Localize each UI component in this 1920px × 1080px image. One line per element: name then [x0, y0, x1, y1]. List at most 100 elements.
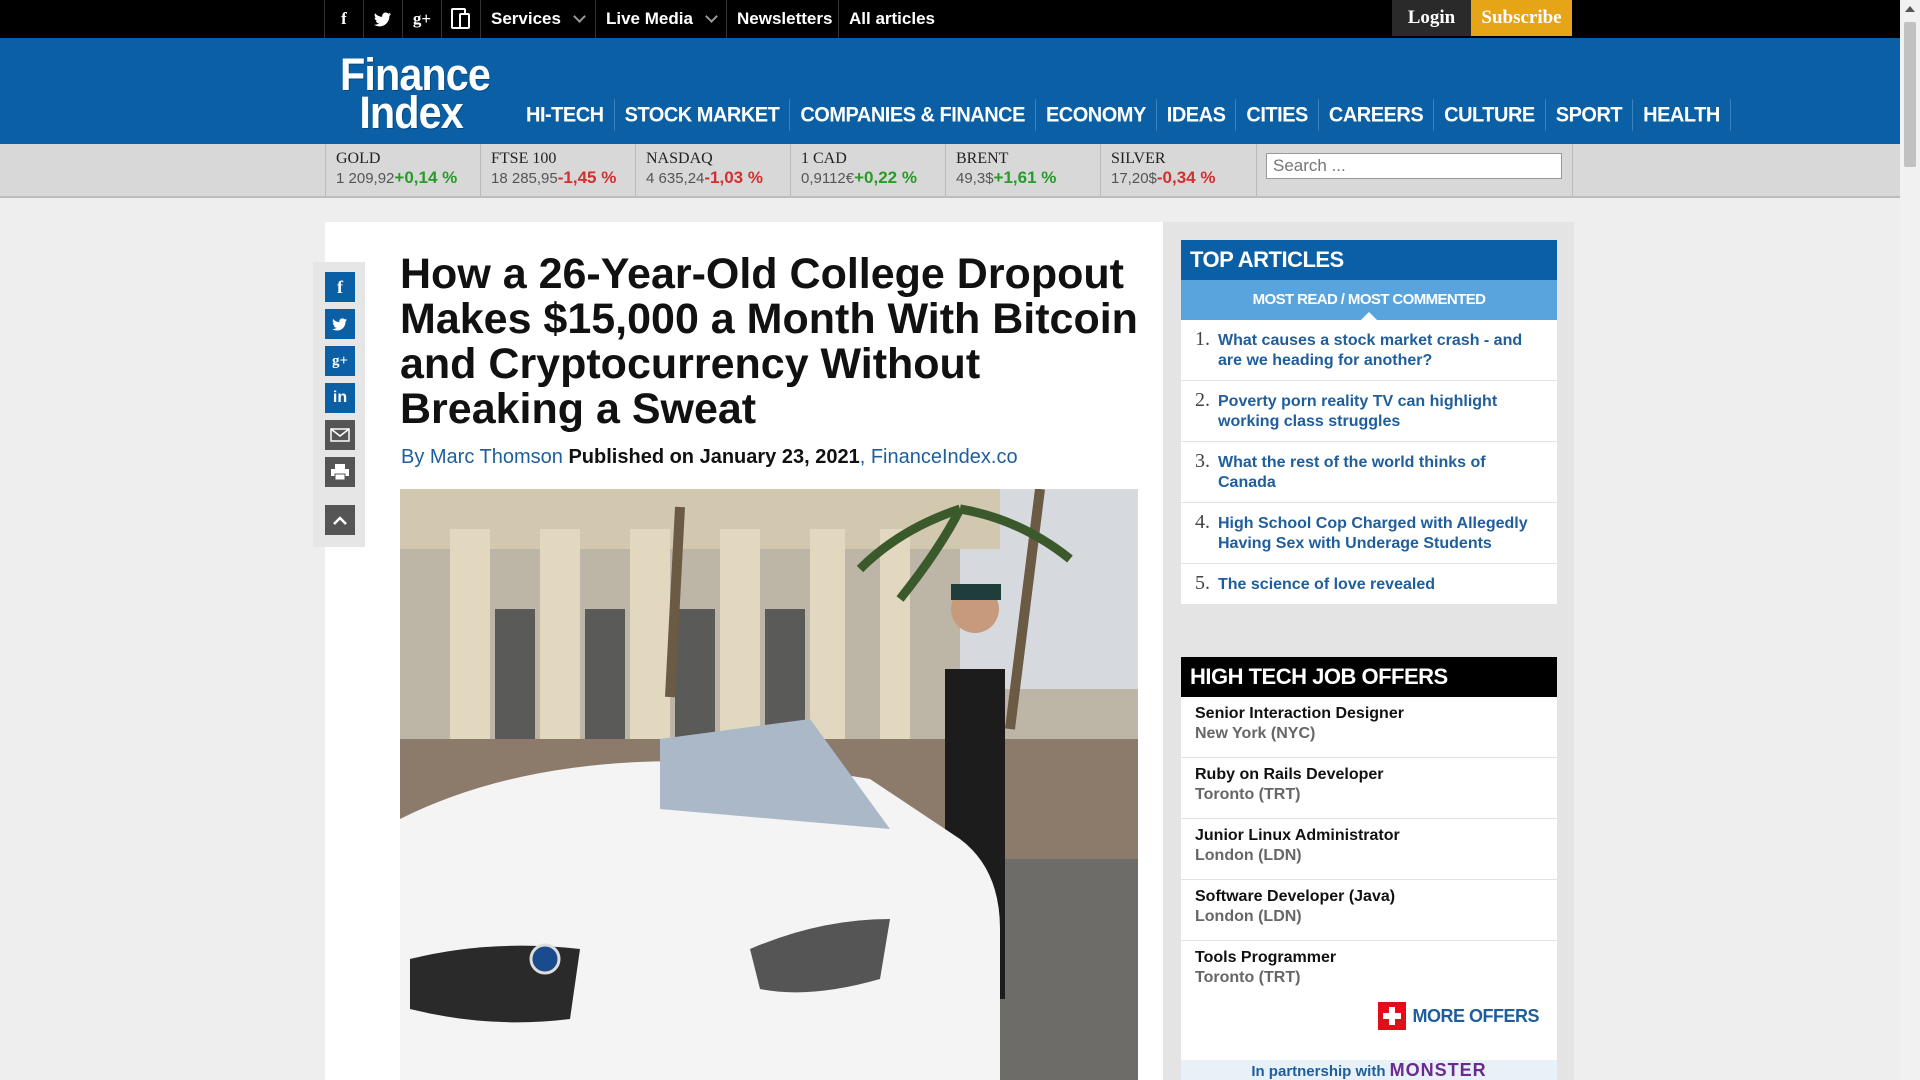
- article-link[interactable]: What causes a stock market crash - and a…: [1218, 328, 1547, 372]
- item-number: 2.: [1195, 389, 1210, 411]
- ticker-name: FTSE 100: [491, 150, 557, 167]
- article-link[interactable]: The science of love revealed: [1218, 572, 1435, 596]
- article-photo: [400, 489, 1138, 1080]
- menu-all-articles[interactable]: All articles: [838, 0, 945, 38]
- share-bar: f g+ in: [313, 262, 365, 547]
- menu-services[interactable]: Services: [480, 0, 594, 38]
- linkedin-icon[interactable]: in: [325, 383, 355, 413]
- item-number: 3.: [1195, 450, 1210, 472]
- top-articles-tabs[interactable]: MOST READ / MOST COMMENTED: [1181, 280, 1557, 320]
- scroll-thumb[interactable]: [1904, 22, 1916, 167]
- ticker-ftse[interactable]: FTSE 100 18 285,95-1,45 %: [480, 144, 635, 196]
- partner-text: In partnership with: [1251, 1063, 1386, 1080]
- job-item[interactable]: Tools Programmer Toronto (TRT): [1181, 941, 1557, 1002]
- job-location: Toronto (TRT): [1195, 786, 1301, 803]
- ticker-change: -0,34 %: [1156, 168, 1216, 187]
- login-button[interactable]: Login: [1392, 0, 1471, 36]
- ticker-gold[interactable]: GOLD 1 209,92+0,14 %: [325, 144, 480, 196]
- job-title: Senior Interaction Designer: [1195, 705, 1404, 722]
- partner-line: In partnership with MONSTER: [1181, 1060, 1557, 1080]
- list-item[interactable]: 2. Poverty porn reality TV can highlight …: [1181, 381, 1557, 442]
- item-number: 5.: [1195, 572, 1210, 594]
- nav-hi-tech[interactable]: HI-TECH: [516, 99, 615, 131]
- nav-sport[interactable]: SPORT: [1546, 99, 1634, 131]
- nav-culture[interactable]: CULTURE: [1434, 99, 1546, 131]
- ticker-change: -1,03 %: [704, 168, 763, 187]
- menu-newsletters-label: Newsletters: [737, 9, 833, 28]
- job-item[interactable]: Ruby on Rails Developer Toronto (TRT): [1181, 758, 1557, 819]
- job-item[interactable]: Junior Linux Administrator London (LDN): [1181, 819, 1557, 880]
- nav-cities[interactable]: CITIES: [1236, 99, 1319, 131]
- menu-all-articles-label: All articles: [849, 9, 935, 28]
- chevron-down-icon: [573, 10, 586, 23]
- site-header: Finance Index HI-TECH STOCK MARKET COMPA…: [0, 38, 1900, 144]
- google-plus-icon[interactable]: g+: [402, 0, 441, 38]
- nav-companies-finance[interactable]: COMPANIES & FINANCE: [790, 99, 1036, 131]
- list-item[interactable]: 4. High School Cop Charged with Allegedly…: [1181, 503, 1557, 564]
- ticker-change: +1,61 %: [993, 168, 1057, 187]
- ticker-change: +0,22 %: [854, 168, 917, 187]
- print-icon[interactable]: [325, 457, 355, 487]
- top-bar: f g+ Services Live Media Newsletters All…: [0, 0, 1900, 38]
- nav-stock-market[interactable]: STOCK MARKET: [615, 99, 791, 131]
- market-ticker: GOLD 1 209,92+0,14 % FTSE 100 18 285,95-…: [0, 144, 1900, 198]
- item-number: 4.: [1195, 511, 1210, 533]
- more-offers-link[interactable]: MORE OFFERS: [1378, 1002, 1539, 1030]
- list-item[interactable]: 5. The science of love revealed: [1181, 564, 1557, 604]
- menu-live-media[interactable]: Live Media: [595, 0, 726, 38]
- ticker-change: -1,45 %: [557, 168, 617, 187]
- ticker-name: 1 CAD: [801, 150, 847, 167]
- job-title: Junior Linux Administrator: [1195, 827, 1400, 844]
- article-byline: By Marc Thomson Published on January 23,…: [401, 446, 1018, 469]
- mobile-devices-icon[interactable]: [441, 0, 480, 38]
- job-location: London (LDN): [1195, 847, 1302, 864]
- nav-economy[interactable]: ECONOMY: [1036, 99, 1157, 131]
- monster-logo[interactable]: MONSTER: [1390, 1060, 1487, 1080]
- scroll-up-arrow-icon[interactable]: [1905, 6, 1915, 12]
- list-item[interactable]: 3. What the rest of the world thinks of C…: [1181, 442, 1557, 503]
- source-link[interactable]: , FinanceIndex.co: [860, 446, 1018, 468]
- ticker-value: 17,20$: [1111, 170, 1157, 187]
- job-item[interactable]: Software Developer (Java) London (LDN): [1181, 880, 1557, 941]
- search-area: [1256, 144, 1573, 196]
- swiss-flag-icon: [1378, 1002, 1407, 1030]
- list-item[interactable]: 1. What causes a stock market crash - and…: [1181, 320, 1557, 381]
- job-location: London (LDN): [1195, 908, 1302, 925]
- more-offers-label: MORE OFFERS: [1412, 1005, 1539, 1026]
- job-offers-heading: HIGH TECH JOB OFFERS: [1181, 657, 1557, 697]
- job-item[interactable]: Senior Interaction Designer New York (NYC…: [1181, 697, 1557, 758]
- search-input[interactable]: [1266, 153, 1562, 179]
- top-articles-box: TOP ARTICLES MOST READ / MOST COMMENTED …: [1181, 240, 1557, 604]
- site-logo[interactable]: Finance Index: [340, 52, 491, 135]
- email-icon[interactable]: [325, 420, 355, 450]
- facebook-icon[interactable]: f: [324, 0, 363, 38]
- ticker-value: 18 285,95: [491, 170, 558, 187]
- chevron-down-icon: [705, 10, 718, 23]
- twitter-icon[interactable]: [325, 309, 355, 339]
- job-offers-box: HIGH TECH JOB OFFERS Senior Interaction …: [1181, 657, 1557, 1080]
- vertical-scrollbar[interactable]: [1900, 0, 1920, 1080]
- ticker-nasdaq[interactable]: NASDAQ 4 635,24-1,03 %: [635, 144, 790, 196]
- nav-health[interactable]: HEALTH: [1633, 99, 1731, 131]
- twitter-icon[interactable]: [363, 0, 402, 38]
- job-location: New York (NYC): [1195, 725, 1316, 742]
- ticker-silver[interactable]: SILVER 17,20$-0,34 %: [1100, 144, 1255, 196]
- ticker-value: 49,3$: [956, 170, 994, 187]
- scroll-top-icon[interactable]: [325, 505, 355, 535]
- menu-newsletters[interactable]: Newsletters: [726, 0, 842, 38]
- ticker-brent[interactable]: BRENT 49,3$+1,61 %: [945, 144, 1100, 196]
- ticker-name: NASDAQ: [646, 150, 713, 167]
- author-link[interactable]: By Marc Thomson: [401, 446, 563, 468]
- facebook-icon[interactable]: f: [325, 272, 355, 302]
- ticker-cad[interactable]: 1 CAD 0,9112€+0,22 %: [790, 144, 945, 196]
- article-link[interactable]: High School Cop Charged with Allegedly H…: [1218, 511, 1547, 555]
- job-title: Software Developer (Java): [1195, 888, 1396, 905]
- article-link[interactable]: What the rest of the world thinks of Can…: [1218, 450, 1547, 494]
- ticker-name: SILVER: [1111, 150, 1166, 167]
- subscribe-button[interactable]: Subscribe: [1471, 0, 1572, 36]
- nav-careers[interactable]: CAREERS: [1319, 99, 1435, 131]
- nav-ideas[interactable]: IDEAS: [1157, 99, 1237, 131]
- article-link[interactable]: Poverty porn reality TV can highlight wo…: [1218, 389, 1547, 433]
- google-plus-icon[interactable]: g+: [325, 346, 355, 376]
- item-number: 1.: [1195, 328, 1210, 350]
